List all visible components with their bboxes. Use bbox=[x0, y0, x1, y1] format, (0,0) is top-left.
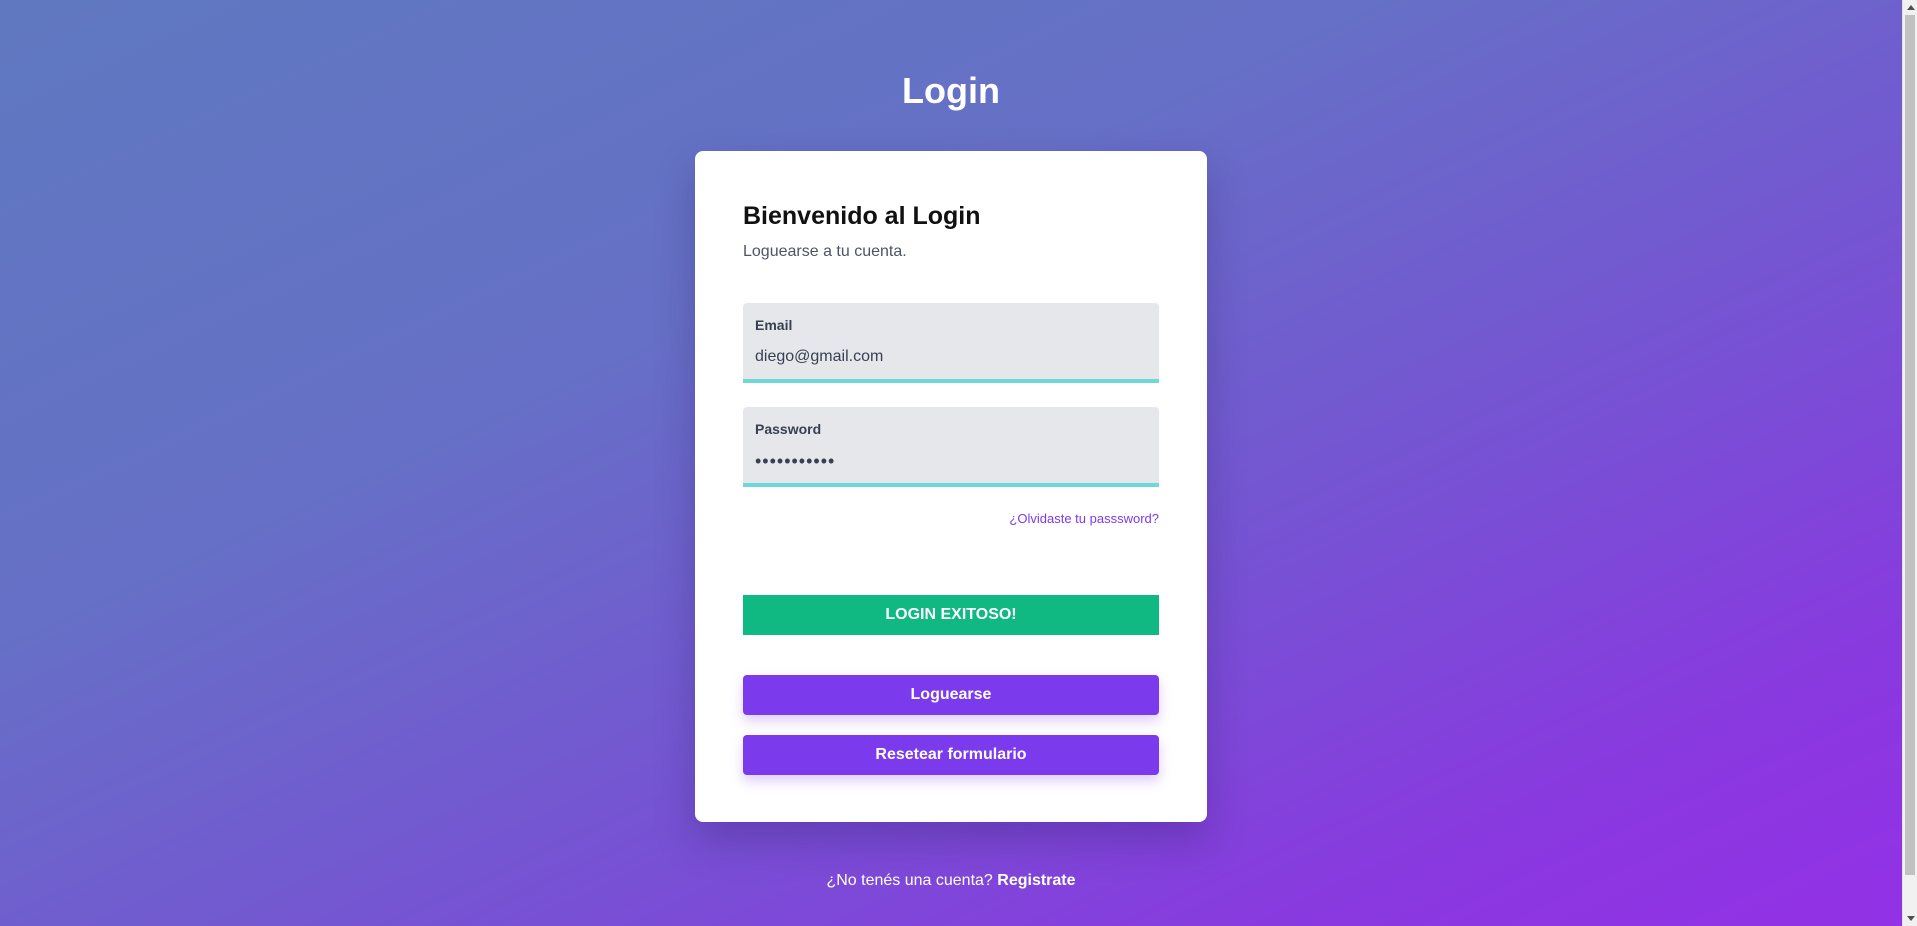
register-prompt: ¿No tenés una cuenta? Registrate bbox=[0, 872, 1902, 890]
register-link[interactable]: Registrate bbox=[997, 872, 1075, 889]
card-subtitle: Loguearse a tu cuenta. bbox=[743, 243, 907, 260]
scroll-down-arrow-icon[interactable] bbox=[1903, 911, 1917, 926]
email-label: Email bbox=[755, 317, 793, 333]
email-input[interactable] bbox=[755, 343, 1147, 371]
page-title: Login bbox=[902, 70, 1000, 111]
email-field[interactable]: Email bbox=[743, 303, 1159, 383]
login-button[interactable]: Loguearse bbox=[743, 675, 1159, 715]
reset-form-button[interactable]: Resetear formulario bbox=[743, 735, 1159, 775]
vertical-scrollbar[interactable] bbox=[1902, 0, 1917, 926]
password-field[interactable]: Password bbox=[743, 407, 1159, 487]
card-heading: Bienvenido al Login bbox=[743, 202, 981, 230]
scrollbar-thumb[interactable] bbox=[1905, 15, 1915, 875]
register-prompt-text: ¿No tenés una cuenta? bbox=[826, 872, 993, 889]
login-success-banner: LOGIN EXITOSO! bbox=[743, 595, 1159, 635]
password-label: Password bbox=[755, 421, 822, 437]
password-input[interactable] bbox=[755, 447, 1147, 475]
scroll-up-arrow-icon[interactable] bbox=[1903, 0, 1917, 15]
login-page: Login Bienvenido al Login Loguearse a tu… bbox=[0, 0, 1917, 926]
forgot-password-link[interactable]: ¿Olvidaste tu passsword? bbox=[1009, 511, 1159, 526]
login-card: Bienvenido al Login Loguearse a tu cuent… bbox=[695, 151, 1207, 822]
